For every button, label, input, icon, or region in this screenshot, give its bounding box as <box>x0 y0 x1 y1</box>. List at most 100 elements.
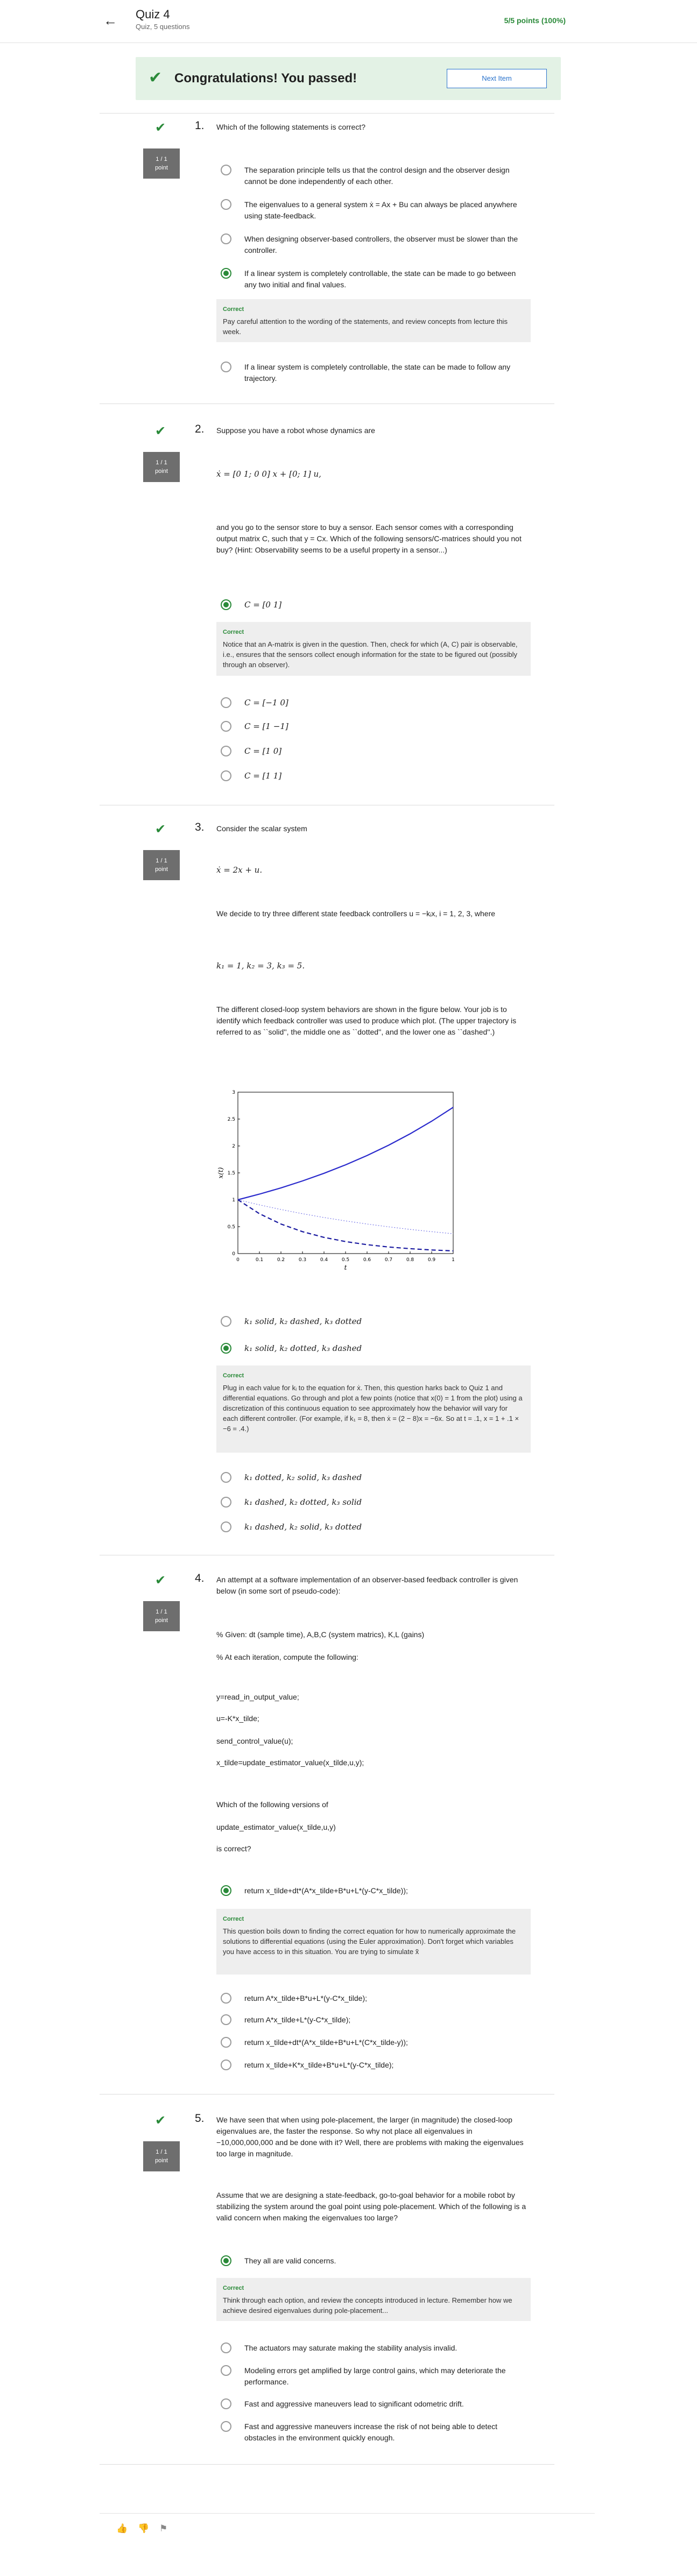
question-divider <box>100 2464 554 2465</box>
check-icon: ✔ <box>155 1573 166 1588</box>
y-tick-label: 1.5 <box>228 1171 235 1176</box>
pass-banner: ✔ Congratulations! You passed! Next Item <box>136 57 561 100</box>
x-tick-label: 1 <box>452 1257 455 1263</box>
x-tick-label: 0 <box>236 1257 240 1263</box>
question-text: We decide to try three different state f… <box>216 909 496 918</box>
radio-button[interactable] <box>221 233 231 244</box>
check-icon: ✔ <box>155 822 166 837</box>
radio-button[interactable] <box>221 2014 231 2025</box>
radio-button[interactable] <box>221 165 231 175</box>
x-axis-label: t <box>344 1264 347 1271</box>
question-text: Suppose you have a robot whose dynamics … <box>216 426 375 435</box>
radio-button[interactable] <box>221 1521 231 1532</box>
trajectory-plot: 0 0.1 0.2 0.3 0.4 0.5 0.6 0.7 0.8 0.9 1 0 0.5 1 1.5 2 2.… <box>217 1090 455 1271</box>
points-badge: 1 / 1 point <box>143 1601 180 1631</box>
x-tick-label: 0.7 <box>385 1257 392 1263</box>
question-number: 2. <box>195 423 205 435</box>
plot-area <box>237 1092 454 1254</box>
y-tick-label: 0 <box>232 1251 235 1257</box>
y-tick-label: 2.5 <box>228 1117 235 1122</box>
y-tick-label: 1 <box>232 1198 235 1203</box>
radio-button-selected[interactable] <box>221 268 231 279</box>
question-text: Which of the following versions of <box>216 1800 328 1809</box>
radio-button[interactable] <box>221 721 231 732</box>
radio-button[interactable] <box>221 199 231 210</box>
radio-button[interactable] <box>221 1472 231 1483</box>
question-text: The different closed-loop system behavio… <box>216 1005 517 1036</box>
radio-button[interactable] <box>221 1316 231 1327</box>
question-number: 4. <box>195 1572 205 1584</box>
radio-button[interactable] <box>221 2343 231 2353</box>
flag-icon[interactable]: ⚑ <box>159 2523 167 2534</box>
points-badge: 1 / 1 point <box>143 850 180 880</box>
radio-button[interactable] <box>221 2365 231 2376</box>
equation: k₁ = 1, k₂ = 3, k₃ = 5. <box>216 961 305 971</box>
radio-button-selected[interactable] <box>221 1343 231 1354</box>
points-badge: 1 / 1 point <box>143 2141 180 2171</box>
question-divider <box>100 113 554 114</box>
radio-button-selected[interactable] <box>221 1885 231 1896</box>
score-text: 5/5 points (100%) <box>504 16 566 25</box>
back-arrow-icon[interactable]: ← <box>100 11 121 30</box>
radio-button-selected[interactable] <box>221 599 231 610</box>
radio-button[interactable] <box>221 746 231 756</box>
y-tick-label: 3 <box>232 1090 235 1095</box>
question-number: 1. <box>195 119 205 132</box>
check-icon: ✔ <box>155 424 166 438</box>
radio-button[interactable] <box>221 2037 231 2048</box>
question-text: Assume that we are designing a state-fee… <box>216 2191 526 2222</box>
feedback-box: Correct Plug in each value for kᵢ to the … <box>216 1365 531 1453</box>
question-number: 5. <box>195 2112 205 2125</box>
radio-button[interactable] <box>221 2060 231 2070</box>
thumbs-down-icon[interactable]: 👎 <box>138 2523 149 2534</box>
x-tick-label: 0.1 <box>256 1257 263 1263</box>
next-item-button[interactable]: Next Item <box>447 69 547 88</box>
y-axis-label: x(t) <box>217 1167 224 1178</box>
question-text: update_estimator_value(x_tilde,u,y) <box>216 1823 336 1831</box>
radio-button[interactable] <box>221 1993 231 2004</box>
radio-button[interactable] <box>221 1497 231 1508</box>
x-tick-label: 0.8 <box>406 1257 414 1263</box>
quiz-title: Quiz 4 <box>136 8 170 21</box>
points-badge: 1 / 1 point <box>143 148 180 179</box>
question-text: Which of the following statements is cor… <box>216 123 366 131</box>
code-line: send_control_value(u); <box>216 1737 293 1745</box>
code-line: y=read_in_output_value; <box>216 1693 299 1701</box>
question-number: 3. <box>195 821 205 833</box>
code-line: u=-K*x_tilde; <box>216 1714 259 1723</box>
feedback-box: Correct Pay careful attention to the word… <box>216 299 531 342</box>
code-line: x_tilde=update_estimator_value(x_tilde,u… <box>216 1758 364 1767</box>
equation: ẋ = 2x + u. <box>216 865 263 875</box>
thumbs-up-icon[interactable]: 👍 <box>116 2523 128 2534</box>
question-text: An attempt at a software implementation … <box>216 1575 518 1595</box>
radio-button[interactable] <box>221 2398 231 2409</box>
question-text: We have seen that when using pole-placem… <box>216 2115 524 2158</box>
check-icon: ✔ <box>149 69 163 87</box>
x-tick-label: 0.2 <box>277 1257 285 1263</box>
feedback-box: Correct Notice that an A-matrix is given … <box>216 622 531 676</box>
check-icon: ✔ <box>155 121 166 135</box>
question-text: is correct? <box>216 1844 251 1853</box>
radio-button[interactable] <box>221 362 231 372</box>
quiz-subtitle: Quiz, 5 questions <box>136 23 190 31</box>
radio-button[interactable] <box>221 770 231 781</box>
banner-title: Congratulations! You passed! <box>174 71 357 86</box>
x-tick-label: 0.4 <box>320 1257 328 1263</box>
x-tick-label: 0.5 <box>342 1257 349 1263</box>
footer-divider <box>100 2513 595 2514</box>
code-line: % At each iteration, compute the followi… <box>216 1653 358 1661</box>
x-tick-label: 0.9 <box>428 1257 436 1263</box>
radio-button[interactable] <box>221 2421 231 2432</box>
x-tick-label: 0.6 <box>363 1257 371 1263</box>
radio-button-selected[interactable] <box>221 2255 231 2266</box>
y-tick-label: 2 <box>232 1144 235 1149</box>
question-text: and you go to the sensor store to buy a … <box>216 523 522 554</box>
points-badge: 1 / 1 point <box>143 452 180 482</box>
feedback-box: Correct This question boils down to findi… <box>216 1909 531 1975</box>
equation: ẋ = [0 1; 0 0] x + [0; 1] u, <box>216 469 321 479</box>
radio-button[interactable] <box>221 697 231 708</box>
y-tick-label: 0.5 <box>228 1225 235 1230</box>
check-icon: ✔ <box>155 2113 166 2128</box>
code-line: % Given: dt (sample time), A,B,C (system… <box>216 1630 425 1639</box>
x-tick-label: 0.3 <box>299 1257 306 1263</box>
